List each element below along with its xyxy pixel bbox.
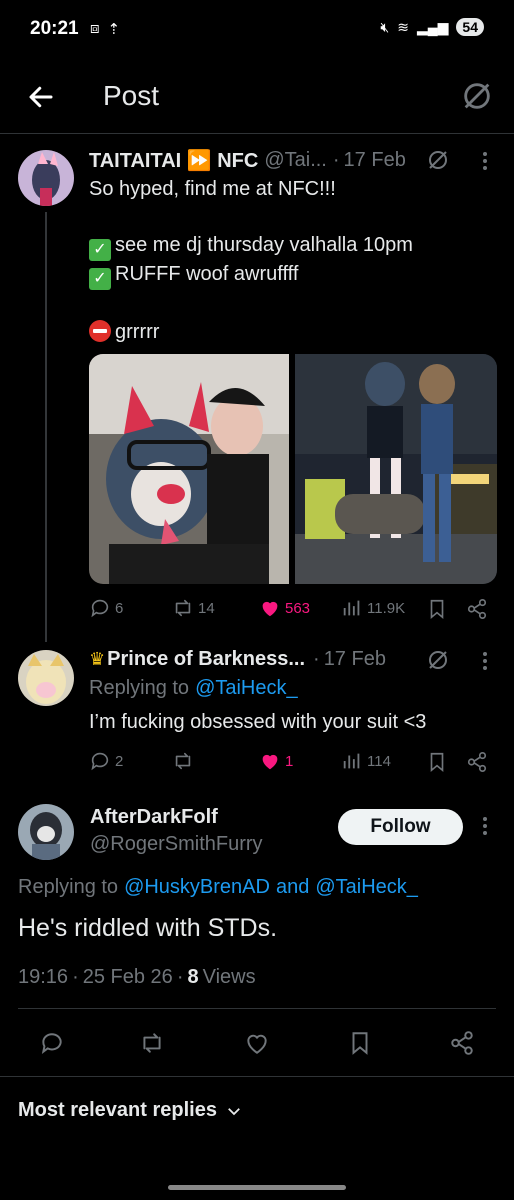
mention-link[interactable]: @TaiHeck_ [195, 677, 298, 700]
post-date: 25 Feb 26 [82, 966, 173, 988]
post-date[interactable]: 17 Feb [324, 648, 386, 671]
reply-button[interactable]: 6 [89, 597, 123, 619]
views-count: 11.9K [367, 599, 406, 617]
separator-dot: · [176, 966, 184, 988]
wifi-icon: ≋ [397, 18, 409, 35]
bookmark-icon[interactable] [347, 1030, 373, 1056]
share-icon[interactable] [466, 751, 488, 773]
repost-count: 14 [198, 599, 215, 617]
views-button[interactable]: 11.9K [341, 597, 405, 619]
more-options-icon[interactable] [482, 152, 488, 172]
avatar[interactable] [18, 150, 74, 206]
more-options-icon[interactable] [482, 817, 488, 837]
display-name[interactable]: TAITAITAI ⏩ NFC [89, 148, 258, 173]
grok-icon[interactable] [460, 79, 494, 113]
media-image[interactable] [295, 354, 497, 584]
bookmark-icon[interactable] [426, 598, 448, 620]
heart-icon[interactable] [244, 1030, 270, 1056]
handle[interactable]: @RogerSmithFurry [90, 833, 263, 856]
post-text-line: grrrrr [89, 318, 159, 347]
heart-filled-icon [262, 754, 278, 770]
display-name[interactable]: Prince of Barkness... [107, 648, 305, 671]
separator-dot: · [313, 648, 320, 670]
check-mark-icon: ✓ [89, 239, 111, 261]
mention-link[interactable]: @TaiHeck_ [315, 876, 418, 899]
chevron-down-icon [228, 1107, 240, 1115]
repost-icon[interactable] [139, 1030, 165, 1056]
avatar[interactable] [18, 650, 74, 706]
divider [0, 1076, 514, 1077]
separator-dot: · [72, 966, 79, 988]
media-image[interactable] [89, 354, 289, 584]
mute-icon: 🔇︎ [380, 18, 390, 35]
screenshot-icon: ⧈ [90, 20, 100, 37]
repost-button[interactable] [172, 750, 194, 772]
like-count: 1 [285, 752, 294, 770]
top-bar: Post [0, 62, 514, 134]
grok-icon[interactable] [426, 148, 450, 172]
views-count: 114 [367, 752, 391, 770]
separator-dot: · [332, 149, 340, 171]
follow-button[interactable]: Follow [338, 809, 463, 845]
reply-count: 6 [115, 599, 124, 617]
avatar[interactable] [18, 804, 74, 860]
and-label: and [275, 876, 310, 898]
like-button[interactable]: 1 [259, 750, 293, 772]
display-name[interactable]: AfterDarkFolf [90, 806, 218, 829]
handle[interactable]: @Tai... [264, 149, 327, 172]
share-icon[interactable] [466, 598, 488, 620]
more-options-icon[interactable] [482, 652, 488, 672]
like-count: 563 [285, 599, 311, 617]
upload-icon: ⇡ [107, 21, 121, 38]
like-button[interactable]: 563 [259, 597, 310, 619]
grok-icon[interactable] [426, 648, 450, 672]
battery-indicator: 54 [456, 18, 484, 36]
post-time: 19:16 [18, 966, 69, 988]
reply-icon[interactable] [39, 1030, 65, 1056]
reply-count: 2 [115, 752, 124, 770]
status-bar: 20:21 ⧈ ⇡ 🔇︎ ≋ ▂▄▆ 54 [0, 0, 514, 60]
main-post-text: He's riddled with STDs. [18, 914, 278, 942]
crown-emoji: ♛ [89, 649, 106, 669]
views-label[interactable]: Views [203, 966, 256, 989]
post-text: So hyped, find me at NFC!!! [89, 178, 336, 200]
mention-link[interactable]: @HuskyBrenAD [124, 876, 270, 899]
bookmark-icon[interactable] [426, 751, 448, 773]
home-indicator[interactable] [168, 1185, 346, 1190]
check-mark-icon: ✓ [89, 268, 111, 290]
page-title: Post [103, 80, 160, 111]
views-count: 8 [187, 966, 199, 988]
divider [18, 1008, 496, 1009]
back-arrow-icon[interactable] [26, 82, 56, 112]
heart-filled-icon [262, 601, 278, 617]
repost-button[interactable]: 14 [172, 597, 215, 619]
thread-line [45, 212, 47, 642]
post-text-line: ✓ see me dj thursday valhalla 10pm [89, 231, 413, 261]
post-date[interactable]: 17 Feb [344, 149, 406, 172]
sort-label: Most relevant replies [18, 1099, 217, 1121]
replying-to-label: Replying to [18, 876, 119, 898]
replying-to-label: Replying to [89, 677, 190, 699]
reply-text: I’m fucking obsessed with your suit <3 [89, 711, 427, 733]
signal-icon: ▂▄▆ [416, 18, 449, 35]
share-icon[interactable] [449, 1030, 475, 1056]
reply-button[interactable]: 2 [89, 750, 123, 772]
sort-replies-dropdown[interactable]: Most relevant replies [18, 1099, 243, 1122]
no-entry-icon [89, 320, 111, 342]
clock: 20:21 [30, 18, 79, 39]
views-button[interactable]: 114 [341, 750, 391, 772]
post-text-line: ✓ RUFFF woof awruffff [89, 260, 298, 290]
